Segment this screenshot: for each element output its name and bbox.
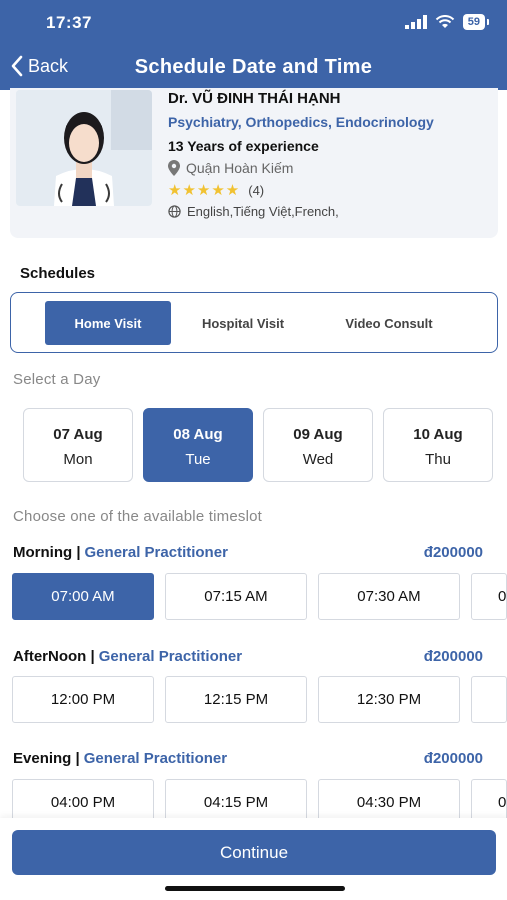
signal-icon	[404, 15, 427, 29]
schedules-heading: Schedules	[20, 265, 96, 282]
day-weekday: Tue	[185, 451, 211, 468]
doctor-name: Dr. VŨ ĐINH THÁI HẠNH	[168, 90, 341, 107]
timeslot-button[interactable]: 12:15 PM	[165, 676, 307, 723]
status-time: 17:37	[46, 13, 92, 32]
timeslot-instruction: Choose one of the available timeslot	[13, 508, 263, 525]
select-day-label: Select a Day	[13, 371, 101, 388]
doctor-photo	[16, 90, 152, 206]
location-pin-icon	[168, 160, 180, 176]
page-title: Schedule Date and Time	[134, 56, 373, 78]
day-weekday: Wed	[302, 451, 334, 468]
doctor-card: Dr. VŨ ĐINH THÁI HẠNH Psychiatry, Orthop…	[10, 88, 498, 238]
doctor-experience: 13 Years of experience	[168, 138, 319, 154]
period-name: AfterNoon |	[13, 648, 95, 665]
period-price: đ200000	[423, 750, 483, 767]
period-specialty: General Practitioner	[83, 750, 228, 767]
tab-video-consult[interactable]: Video Consult	[325, 301, 453, 345]
status-bar: 17:37 59	[0, 0, 507, 46]
day-date: 10 Aug	[413, 426, 463, 443]
period-price: đ200000	[423, 544, 483, 561]
day-07-aug[interactable]: 07 Aug Mon	[23, 408, 133, 482]
day-weekday: Thu	[425, 451, 451, 468]
period-specialty: General Practitioner	[84, 544, 228, 561]
doctor-languages-text: English,Tiếng Việt,French,	[187, 204, 339, 219]
status-icons: 59	[404, 14, 490, 30]
timeslot-button[interactable]	[471, 676, 507, 723]
period-name: Evening |	[13, 750, 80, 767]
period-heading-afternoon: AfterNoon | General Practitioner	[13, 648, 242, 665]
period-price: đ200000	[423, 648, 483, 665]
timeslot-button[interactable]: 12:30 PM	[318, 676, 460, 723]
timeslot-button[interactable]: 07:00 AM	[12, 573, 154, 620]
doctor-location-text: Quận Hoàn Kiếm	[186, 160, 294, 176]
day-date: 08 Aug	[173, 426, 223, 443]
doctor-languages: English,Tiếng Việt,French,	[168, 204, 339, 219]
day-10-aug[interactable]: 10 Aug Thu	[383, 408, 493, 482]
timeslot-button[interactable]: 07:30 AM	[318, 573, 460, 620]
doctor-location: Quận Hoàn Kiếm	[168, 160, 293, 176]
doctor-specialties: Psychiatry, Orthopedics, Endocrinology	[168, 114, 434, 130]
bottom-bar: Continue	[0, 818, 507, 900]
day-weekday: Mon	[63, 451, 93, 468]
period-heading-evening: Evening | General Practitioner	[13, 750, 227, 767]
period-heading-morning: Morning | General Practitioner	[13, 544, 228, 561]
star-rating-icon: ★★★★★	[168, 182, 241, 199]
continue-button[interactable]: Continue	[12, 830, 496, 875]
period-specialty: General Practitioner	[98, 648, 243, 665]
tab-home-visit[interactable]: Home Visit	[45, 301, 171, 345]
timeslot-button[interactable]: 0	[471, 573, 507, 620]
day-date: 09 Aug	[293, 426, 343, 443]
globe-icon	[168, 205, 181, 218]
nav-bar: Back Schedule Date and Time	[0, 46, 507, 90]
home-indicator	[165, 886, 345, 891]
day-09-aug[interactable]: 09 Aug Wed	[263, 408, 373, 482]
timeslot-button[interactable]: 07:15 AM	[165, 573, 307, 620]
doctor-rating: ★★★★★ (4)	[168, 181, 264, 199]
period-name: Morning |	[13, 544, 81, 561]
battery-indicator: 59	[462, 14, 490, 30]
visit-type-tabs: Home Visit Hospital Visit Video Consult	[10, 292, 498, 353]
tab-hospital-visit[interactable]: Hospital Visit	[181, 301, 305, 345]
rating-count: (4)	[248, 182, 265, 198]
day-08-aug[interactable]: 08 Aug Tue	[143, 408, 253, 482]
day-date: 07 Aug	[53, 426, 103, 443]
wifi-icon	[435, 15, 454, 28]
timeslot-button[interactable]: 12:00 PM	[12, 676, 154, 723]
